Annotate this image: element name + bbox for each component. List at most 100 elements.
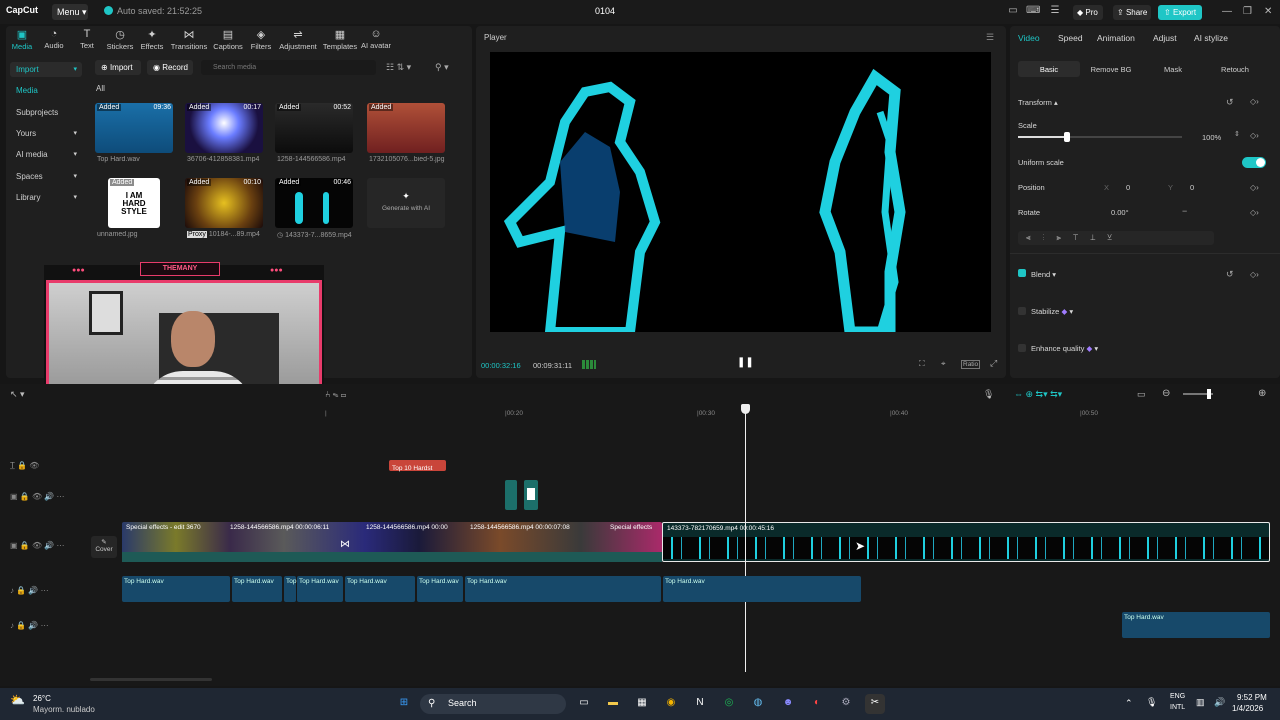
tool-templates[interactable]: ▦ Templates <box>320 28 360 51</box>
import-button[interactable]: ⊕ Import <box>95 60 141 75</box>
track-header-audio-2[interactable]: ♪ 🔒 🔊 ⋯ <box>10 621 49 630</box>
media-thumb[interactable]: Added 00:52 <box>275 103 353 153</box>
keyframe-icon[interactable]: ◇› <box>1250 270 1259 279</box>
nav-ai-media[interactable]: AI media ▾ <box>10 147 82 162</box>
shortcut-icon[interactable]: ⌨ <box>1026 5 1040 19</box>
expand-icon[interactable]: ⤢ <box>990 358 997 369</box>
keyframe-icon[interactable]: ◇› <box>1250 97 1259 106</box>
scale-slider[interactable] <box>1018 132 1182 142</box>
rotate-minus-icon[interactable]: − <box>1182 206 1187 216</box>
audio-clip[interactable]: Top Hard.wav <box>297 576 343 602</box>
record-button[interactable]: ◉ Record <box>147 60 193 75</box>
tab-ai-stylize[interactable]: AI stylize <box>1194 33 1228 43</box>
zoom-in-icon[interactable]: ⊕ <box>1258 388 1266 399</box>
network-icon[interactable]: ▥ <box>1196 697 1205 708</box>
player-menu-icon[interactable]: ☰ <box>986 32 994 43</box>
media-thumb[interactable]: Added 00:46 <box>275 178 353 228</box>
volume-icon[interactable]: 🔊 <box>1214 697 1225 708</box>
share-button[interactable]: ⇪ Share <box>1113 5 1151 20</box>
store-icon[interactable]: ▦ <box>632 694 652 714</box>
nav-yours[interactable]: Yours ▾ <box>10 126 82 141</box>
stabilize-header[interactable]: Stabilize ◆ ▾ <box>1031 307 1073 316</box>
playhead-handle[interactable] <box>741 404 750 414</box>
minimize-icon[interactable]: — <box>1222 6 1232 17</box>
tab-adjust[interactable]: Adjust <box>1153 33 1177 43</box>
blend-header[interactable]: Blend ▾ <box>1031 270 1056 279</box>
lang-2[interactable]: INTL <box>1170 704 1185 711</box>
track-header-audio[interactable]: ♪ 🔒 🔊 ⋯ <box>10 586 49 595</box>
media-thumb[interactable]: Added I AM HARD STYLE <box>108 178 160 228</box>
clock-date[interactable]: 1/4/2026 <box>1232 704 1263 713</box>
explorer-icon[interactable]: ▬ <box>603 694 623 714</box>
rotate-input[interactable]: 0.00° <box>1111 208 1129 217</box>
layout-icon[interactable]: ▭ <box>1006 5 1020 19</box>
zoom-icon[interactable]: ⌖ <box>941 359 946 369</box>
notion-icon[interactable]: N <box>690 694 710 714</box>
steam-icon[interactable]: ◍ <box>748 694 768 714</box>
nav-media[interactable]: Media <box>10 83 82 98</box>
tool-ai-avatar[interactable]: ☺ AI avatar <box>356 28 396 50</box>
stabilize-checkbox[interactable] <box>1018 307 1026 315</box>
enhance-checkbox[interactable] <box>1018 344 1026 352</box>
track-header-overlay[interactable]: ▣ 🔒 👁 🔊 ⋯ <box>10 492 65 501</box>
horizontal-scrollbar[interactable] <box>90 678 212 681</box>
enhance-header[interactable]: Enhance quality ◆ ▾ <box>1031 344 1098 353</box>
preview-canvas[interactable] <box>490 52 991 338</box>
subtab-retouch[interactable]: Retouch <box>1206 61 1264 77</box>
reset-icon[interactable]: ↺ <box>1226 97 1234 108</box>
blend-checkbox[interactable] <box>1018 269 1026 277</box>
pos-y-input[interactable]: 0 <box>1190 183 1194 192</box>
scale-value[interactable]: 100% <box>1202 133 1221 142</box>
app-icon[interactable]: ◐ <box>807 694 827 714</box>
capcut-icon[interactable]: ✂ <box>865 694 885 714</box>
video-clip-selected[interactable]: 143373-782170659.mp4 00:00:45:16 <box>662 522 1270 562</box>
audio-clip[interactable]: Top Hard.wav <box>232 576 282 602</box>
overlay-clip[interactable] <box>505 480 517 510</box>
export-button[interactable]: ⇧ Export <box>1158 5 1202 20</box>
mic-icon[interactable]: 🎙 <box>983 389 994 400</box>
spotify-icon[interactable]: ◎ <box>719 694 739 714</box>
timeline-tools[interactable]: ⑃ ✎ ▭ <box>325 389 346 399</box>
tab-video[interactable]: Video <box>1018 33 1040 43</box>
nav-subprojects[interactable]: Subprojects <box>10 105 82 120</box>
tool-adjustment[interactable]: ⇌ Adjustment <box>278 28 318 51</box>
playhead[interactable] <box>745 404 746 672</box>
filter-icon[interactable]: ⚲ ▾ <box>435 62 449 73</box>
close-icon[interactable]: ✕ <box>1264 6 1272 17</box>
audio-clip[interactable]: Top Hard.wav <box>465 576 661 602</box>
chrome-icon[interactable]: ◉ <box>661 694 681 714</box>
media-thumb[interactable]: Added 00:10 <box>185 178 263 228</box>
pro-button[interactable]: ◆ Pro <box>1073 5 1103 20</box>
settings-icon[interactable]: ⚙ <box>836 694 856 714</box>
media-thumb[interactable]: Added 09:36 <box>95 103 173 153</box>
fullscreen-fit-icon[interactable]: ⛶ <box>919 359 925 369</box>
subtab-basic[interactable]: Basic <box>1018 61 1080 77</box>
uniform-scale-toggle[interactable] <box>1242 157 1266 168</box>
keyframe-icon[interactable]: ◇› <box>1250 131 1259 140</box>
view-toggle-icon[interactable]: ☷ ⇅ ▾ <box>386 62 411 73</box>
tool-transitions[interactable]: ⋈ Transitions <box>169 28 209 51</box>
reset-icon[interactable]: ↺ <box>1226 269 1234 280</box>
video-clip-group[interactable]: Special effects - edit 3670 1258-1445665… <box>122 522 662 562</box>
maximize-icon[interactable]: ❐ <box>1243 6 1252 17</box>
audio-clip[interactable]: Top Hard.wav <box>417 576 463 602</box>
pos-x-input[interactable]: 0 <box>1126 183 1130 192</box>
audio-clip[interactable]: Top Hard.wav <box>663 576 861 602</box>
windows-start-icon[interactable]: ⊞ <box>394 694 414 714</box>
menu-button[interactable]: Menu ▾ <box>52 4 88 20</box>
subtab-mask[interactable]: Mask <box>1144 61 1202 77</box>
select-tool-icon[interactable]: ↖ ▾ <box>10 389 25 400</box>
tool-filters[interactable]: ◈ Filters <box>241 28 281 51</box>
zoom-thumb[interactable] <box>1207 389 1211 399</box>
stepper-icon[interactable]: ⇕ <box>1234 130 1240 138</box>
zoom-slider[interactable] <box>1183 389 1213 399</box>
nav-library[interactable]: Library ▾ <box>10 190 82 205</box>
transform-header[interactable]: Transform ▴ <box>1018 98 1058 107</box>
filter-all[interactable]: All <box>96 84 105 93</box>
media-thumb[interactable]: Added 00:17 <box>185 103 263 153</box>
taskbar-search[interactable]: Search <box>420 694 566 714</box>
lang-1[interactable]: ENG <box>1170 693 1185 700</box>
clock-time[interactable]: 9:52 PM <box>1237 693 1267 702</box>
tray-chevron-icon[interactable]: ⌃ <box>1125 698 1133 709</box>
scale-thumb[interactable] <box>1064 132 1071 142</box>
